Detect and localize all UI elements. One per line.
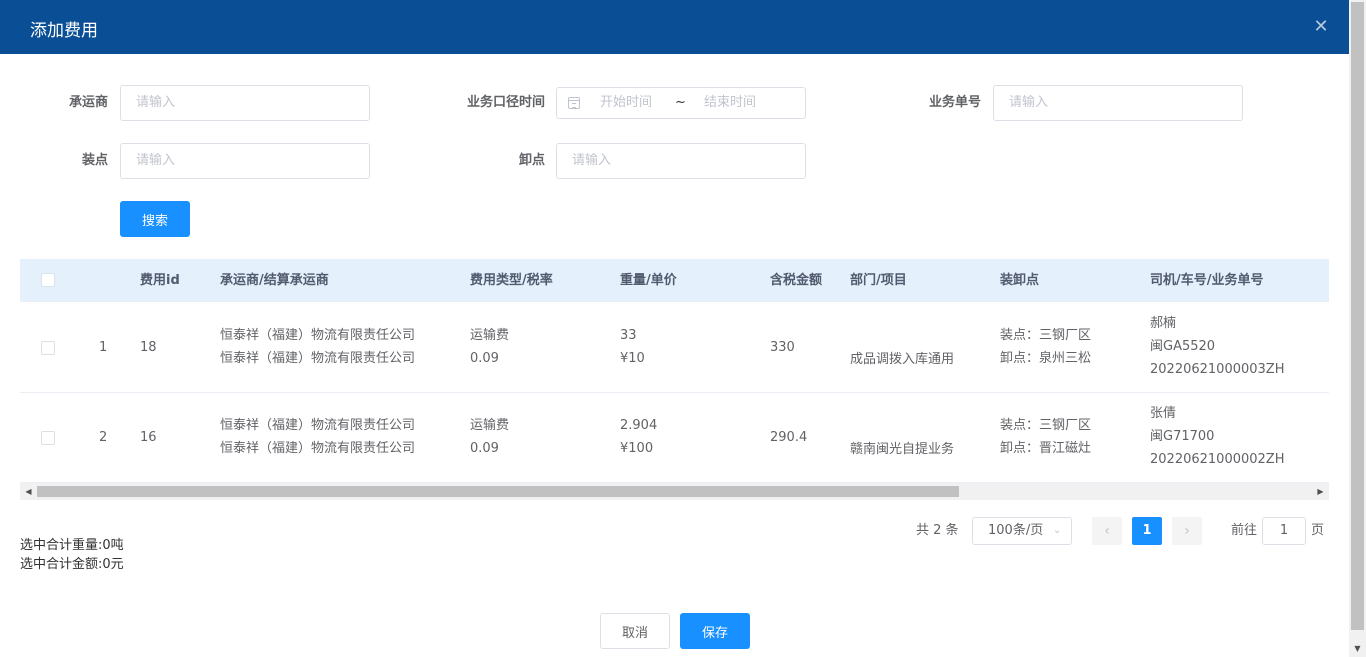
goto-page-input[interactable]: 1 xyxy=(1262,517,1306,545)
row-checkbox[interactable] xyxy=(41,431,55,445)
chevron-right-icon: › xyxy=(1184,523,1190,539)
biz-no-label: 业务单号 xyxy=(928,95,981,110)
scroll-right-icon[interactable]: ▶ xyxy=(1316,487,1325,496)
dialog-header: 添加费用 ✕ xyxy=(0,0,1349,54)
search-button[interactable]: 搜索 xyxy=(120,201,190,237)
carrier: 恒泰祥（福建）物流有限责任公司 xyxy=(220,328,416,343)
scroll-thumb[interactable] xyxy=(1351,2,1364,630)
carrier-input[interactable] xyxy=(120,85,370,121)
column-header: 装卸点 xyxy=(1000,273,1040,288)
carrier-label: 承运商 xyxy=(68,95,108,110)
next-page-button[interactable]: › xyxy=(1172,517,1202,545)
page-size-select[interactable]: 100条/页 ⌄ xyxy=(972,517,1072,545)
table-row[interactable]: 2 16 恒泰祥（福建）物流有限责任公司 恒泰祥（福建）物流有限责任公司 运输费… xyxy=(20,393,1329,483)
scroll-thumb[interactable] xyxy=(37,486,959,497)
tax-rate: 0.09 xyxy=(470,441,499,456)
fee-id: 16 xyxy=(140,430,157,445)
plate-number: 闽GA5520 xyxy=(1150,339,1216,354)
row-index: 2 xyxy=(99,430,108,445)
biz-no: 20220621000002ZH xyxy=(1150,452,1285,467)
fee-id: 18 xyxy=(140,340,157,355)
column-header: 承运商/结算承运商 xyxy=(220,273,329,288)
weight: 33 xyxy=(620,328,637,343)
biz-no-input-field[interactable] xyxy=(1009,95,1242,110)
page-size-value: 100条/页 xyxy=(988,523,1044,538)
pagination-total: 共 2 条 xyxy=(916,523,959,538)
settle-carrier: 恒泰祥（福建）物流有限责任公司 xyxy=(220,351,416,366)
carrier: 恒泰祥（福建）物流有限责任公司 xyxy=(220,418,416,433)
plate-number: 闽G71700 xyxy=(1150,429,1215,444)
table-row[interactable]: 1 18 恒泰祥（福建）物流有限责任公司 恒泰祥（福建）物流有限责任公司 运输费… xyxy=(20,303,1329,393)
fee-type: 运输费 xyxy=(470,328,510,343)
close-icon[interactable]: ✕ xyxy=(1312,18,1330,36)
unload-point-input[interactable] xyxy=(556,143,806,179)
column-header: 部门/项目 xyxy=(850,273,907,288)
scroll-left-icon[interactable]: ◀ xyxy=(24,487,33,496)
page-number-1[interactable]: 1 xyxy=(1132,517,1162,545)
load-point: 装点：三钢厂区 xyxy=(1000,328,1092,343)
dialog-title: 添加费用 xyxy=(30,21,98,41)
load-point-input-field[interactable] xyxy=(136,153,369,168)
cancel-button[interactable]: 取消 xyxy=(600,613,670,649)
selected-amount-total: 选中合计金额:0元 xyxy=(20,557,124,572)
scroll-down-icon[interactable]: ▼ xyxy=(1353,644,1362,653)
row-index: 1 xyxy=(99,340,108,355)
start-time-input[interactable]: 开始时间 xyxy=(600,88,652,118)
load-point-label: 装点 xyxy=(81,153,108,168)
calendar-icon xyxy=(568,97,580,109)
biz-no: 20220621000003ZH xyxy=(1150,362,1285,377)
carrier-input-field[interactable] xyxy=(136,95,369,110)
goto-label: 前往 xyxy=(1231,523,1258,538)
biz-time-label: 业务口径时间 xyxy=(466,95,545,110)
save-button[interactable]: 保存 xyxy=(680,613,750,649)
tax-amount: 290.4 xyxy=(770,430,808,445)
fee-type: 运输费 xyxy=(470,418,510,433)
column-header: 司机/车号/业务单号 xyxy=(1150,273,1264,288)
unit-price: ¥10 xyxy=(620,351,645,366)
page-unit-label: 页 xyxy=(1311,523,1325,538)
column-header: 费用id xyxy=(140,273,180,288)
table-horizontal-scrollbar[interactable]: ◀ ▶ xyxy=(20,483,1329,500)
unit-price: ¥100 xyxy=(620,441,654,456)
add-fee-dialog: 添加费用 ✕ 承运商 业务口径时间 开始时间 ~ 结束时间 业务单号 装点 卸点… xyxy=(0,0,1349,657)
page-vertical-scrollbar[interactable]: ▼ xyxy=(1349,0,1366,657)
unload-point-input-field[interactable] xyxy=(572,153,805,168)
driver: 张倩 xyxy=(1150,406,1177,421)
biz-time-range-picker[interactable]: 开始时间 ~ 结束时间 xyxy=(556,87,806,119)
tax-rate: 0.09 xyxy=(470,351,499,366)
project: 成品调拨入库通用 xyxy=(850,352,955,367)
chevron-down-icon: ⌄ xyxy=(1053,525,1062,536)
unload-point-label: 卸点 xyxy=(518,153,545,168)
column-header: 重量/单价 xyxy=(620,273,677,288)
load-point-input[interactable] xyxy=(120,143,370,179)
range-separator: ~ xyxy=(675,95,686,110)
row-checkbox[interactable] xyxy=(41,341,55,355)
selected-weight-total: 选中合计重量:0吨 xyxy=(20,538,124,553)
settle-carrier: 恒泰祥（福建）物流有限责任公司 xyxy=(220,441,416,456)
project: 赣南闽光自提业务 xyxy=(850,442,955,457)
chevron-left-icon: ‹ xyxy=(1104,523,1110,539)
driver: 郝楠 xyxy=(1150,316,1177,331)
column-header: 含税金额 xyxy=(770,273,823,288)
column-header: 费用类型/税率 xyxy=(470,273,553,288)
table-header: 费用id 承运商/结算承运商 费用类型/税率 重量/单价 含税金额 部门/项目 … xyxy=(20,259,1329,302)
unload-point: 卸点：晋江磁灶 xyxy=(1000,441,1092,456)
select-all-checkbox[interactable] xyxy=(41,273,55,287)
unload-point: 卸点：泉州三松 xyxy=(1000,351,1092,366)
fee-table: 费用id 承运商/结算承运商 费用类型/税率 重量/单价 含税金额 部门/项目 … xyxy=(20,259,1329,500)
end-time-input[interactable]: 结束时间 xyxy=(704,88,756,118)
weight: 2.904 xyxy=(620,418,658,433)
load-point: 装点：三钢厂区 xyxy=(1000,418,1092,433)
prev-page-button[interactable]: ‹ xyxy=(1092,517,1122,545)
tax-amount: 330 xyxy=(770,340,795,355)
biz-no-input[interactable] xyxy=(993,85,1243,121)
